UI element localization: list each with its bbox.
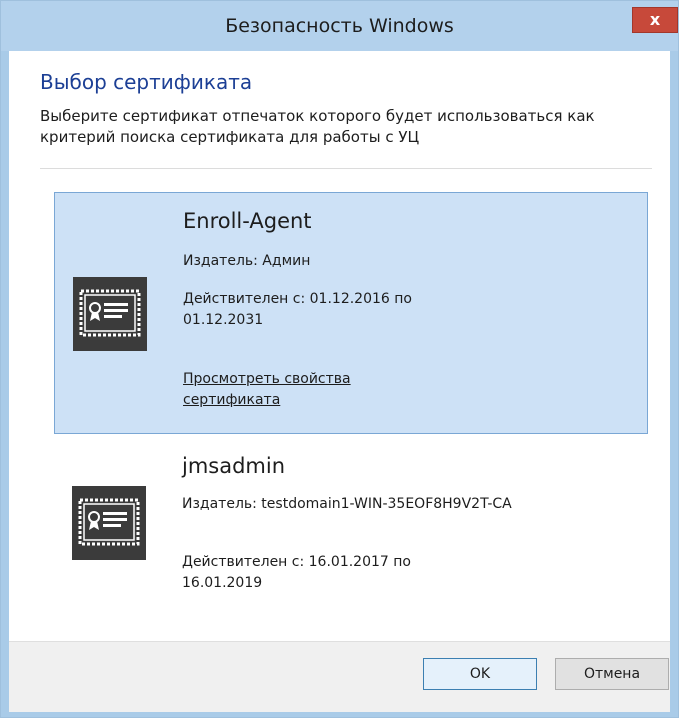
certificate-name: jmsadmin: [182, 454, 286, 478]
divider: [40, 168, 652, 169]
certificate-item-enroll-agent[interactable]: Enroll-Agent Издатель: Админ Действителе…: [54, 192, 648, 434]
certificate-issuer: Издатель: Админ: [183, 253, 311, 269]
title-bar[interactable]: Безопасность Windows x: [1, 1, 678, 51]
dialog-heading: Выбор сертификата: [40, 70, 253, 94]
window-title: Безопасность Windows: [225, 15, 454, 37]
certificate-validity: Действителен с: 16.01.2017 по 16.01.2019: [182, 554, 411, 591]
ok-button[interactable]: OK: [423, 658, 537, 690]
certificate-icon: [72, 486, 146, 560]
cancel-button[interactable]: Отмена: [555, 658, 669, 690]
certificate-name: Enroll-Agent: [183, 209, 312, 233]
dialog-description: Выберите сертификат отпечаток которого б…: [40, 107, 595, 146]
certificate-issuer: Издатель: testdomain1-WIN-35EOF8H9V2T-CA: [182, 496, 512, 512]
certificate-icon: [73, 277, 147, 351]
dialog-footer: OK Отмена: [9, 641, 670, 712]
view-properties-link[interactable]: Просмотреть свойства сертификата: [183, 369, 443, 411]
close-button[interactable]: x: [632, 7, 678, 33]
certificate-item-jmsadmin[interactable]: jmsadmin Издатель: testdomain1-WIN-35EOF…: [54, 440, 648, 610]
certificate-validity: Действителен с: 01.12.2016 по 01.12.2031: [183, 291, 412, 328]
